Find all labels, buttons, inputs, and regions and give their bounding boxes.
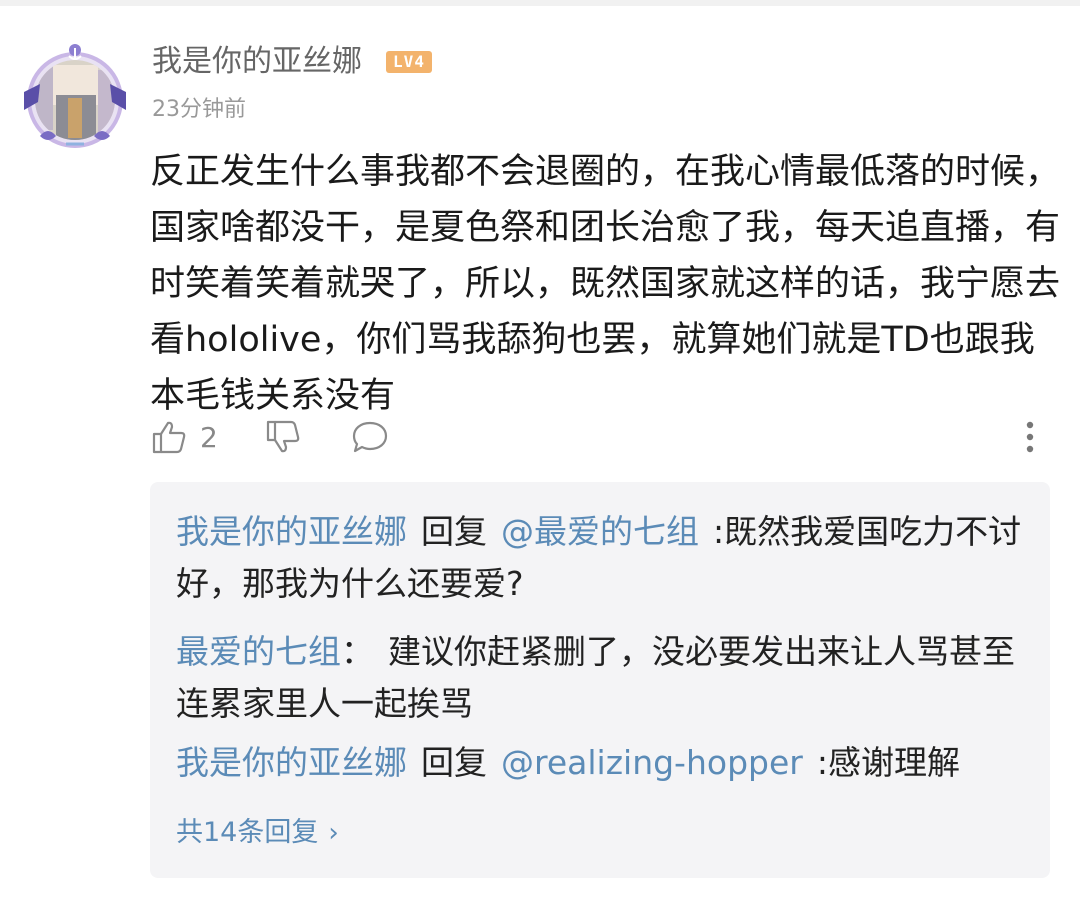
comment-actions: 2 (150, 412, 1050, 462)
reply-item: 我是你的亚丝娜 回复 @realizing-hopper:感谢理解 (176, 737, 1032, 789)
reply-separator: : (713, 512, 725, 551)
reply-mention[interactable]: @realizing-hopper (501, 743, 803, 782)
reply-button[interactable] (350, 412, 390, 462)
more-vertical-icon (1026, 421, 1034, 453)
view-all-replies-label: 共14条回复 (176, 817, 319, 848)
reply-author[interactable]: 我是你的亚丝娜 (176, 512, 407, 551)
view-all-replies-link[interactable]: 共14条回复 › (176, 814, 339, 852)
like-count: 2 (200, 420, 218, 454)
comment-author[interactable]: 我是你的亚丝娜 (152, 42, 362, 82)
top-divider (0, 0, 1080, 6)
reply-connector: 回复 (421, 512, 487, 551)
replies-panel: 我是你的亚丝娜 回复 @最爱的七组:既然我爱国吃力不讨好，那我为什么还要爱? 最爱的… (150, 482, 1050, 878)
comment-text: 反正发生什么事我都不会退圈的，在我心情最低落的时候，国家啥都没干，是夏色祭和团长… (150, 152, 1061, 416)
reply-text: 感谢理解 (827, 743, 960, 782)
thumbs-up-icon (152, 421, 186, 454)
reply-separator: ： (341, 632, 374, 671)
reply-separator: : (816, 743, 828, 782)
reply-connector: 回复 (421, 743, 487, 782)
dislike-button[interactable] (264, 412, 302, 462)
like-button[interactable]: 2 (150, 412, 218, 462)
reply-author[interactable]: 我是你的亚丝娜 (176, 743, 407, 782)
avatar[interactable] (18, 40, 132, 154)
thumbs-down-icon (266, 420, 300, 453)
comment-bubble-icon (352, 421, 388, 453)
chevron-right-icon: › (328, 818, 339, 848)
level-badge: LV4 (386, 51, 432, 73)
avatar-image (24, 44, 126, 148)
more-options-button[interactable] (1016, 412, 1044, 462)
reply-mention[interactable]: @最爱的七组 (501, 512, 699, 551)
comment-timestamp: 23分钟前 (152, 97, 246, 122)
reply-item: 最爱的七组： 建议你赶紧删了，没必要发出来让人骂甚至连累家里人一起挨骂 (176, 626, 1032, 730)
reply-item: 我是你的亚丝娜 回复 @最爱的七组:既然我爱国吃力不讨好，那我为什么还要爱? (176, 506, 1032, 610)
reply-author[interactable]: 最爱的七组 (176, 632, 341, 671)
